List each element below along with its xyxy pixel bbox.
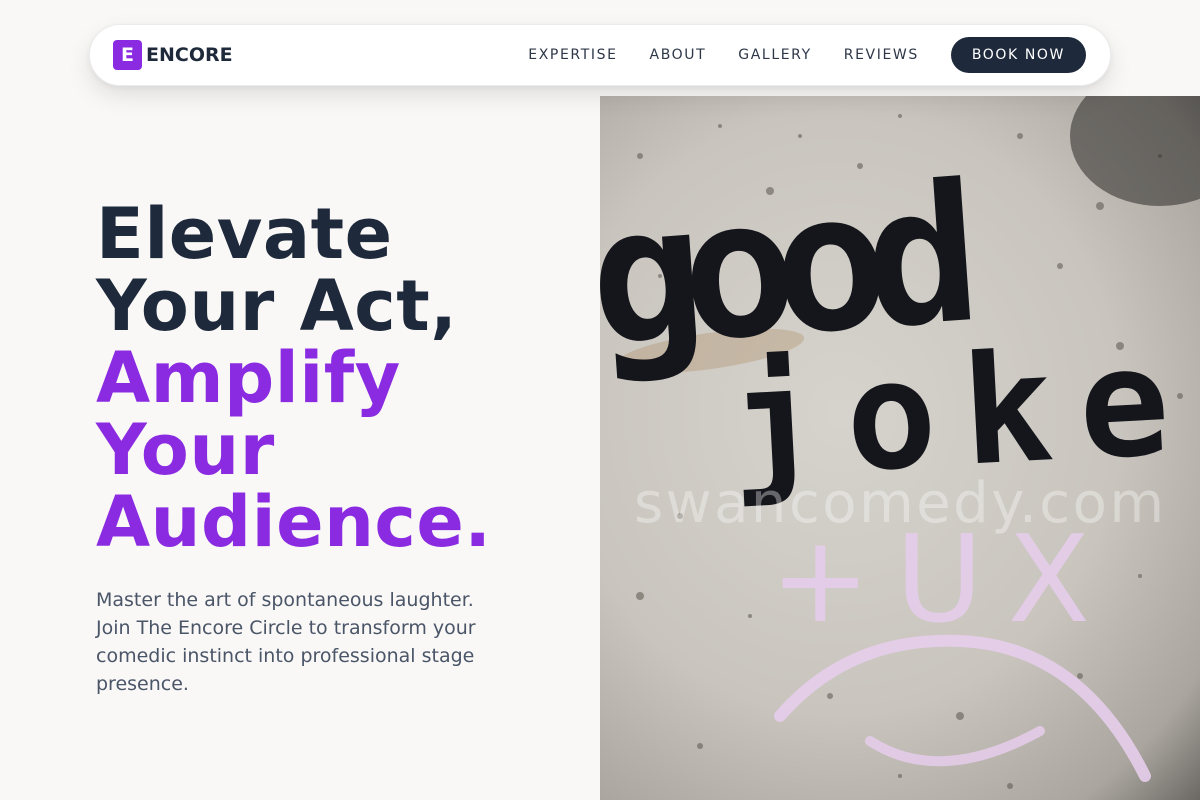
nav-link-expertise[interactable]: EXPERTISE: [528, 47, 617, 63]
headline-accent-line-3: Audience.: [96, 481, 492, 563]
brand-name: ENCORE: [146, 44, 233, 66]
headline-accent-line-1: Amplify: [96, 337, 401, 419]
nav-link-reviews[interactable]: REVIEWS: [844, 47, 919, 63]
nav-link-about[interactable]: ABOUT: [650, 47, 707, 63]
book-now-button[interactable]: BOOK NOW: [950, 37, 1086, 73]
nav-menu: EXPERTISE ABOUT GALLERY REVIEWS BOOK NOW: [528, 37, 1086, 73]
nav-link-gallery[interactable]: GALLERY: [738, 47, 811, 63]
hero-section: Elevate Your Act, Amplify Your Audience.…: [96, 198, 576, 698]
graffiti-wall-illustration: good joke +UX swancomedy.com: [600, 96, 1200, 789]
landing-page: E ENCORE EXPERTISE ABOUT GALLERY REVIEWS…: [0, 0, 1200, 800]
hero-subtext: Master the art of spontaneous laughter. …: [96, 589, 476, 695]
top-navigation: E ENCORE EXPERTISE ABOUT GALLERY REVIEWS…: [89, 24, 1111, 86]
headline-line-2: Your Act,: [96, 265, 458, 347]
hero-headline: Elevate Your Act, Amplify Your Audience.: [96, 198, 576, 558]
brand-logo[interactable]: E ENCORE: [113, 40, 233, 70]
headline-line-1: Elevate: [96, 193, 393, 275]
headline-accent-line-2: Your: [96, 409, 275, 491]
letter-e-logo-icon: E: [113, 40, 142, 70]
hero-graffiti-image: good joke +UX swancomedy.com: [600, 96, 1200, 800]
watermark-text: swancomedy.com: [634, 471, 1164, 536]
